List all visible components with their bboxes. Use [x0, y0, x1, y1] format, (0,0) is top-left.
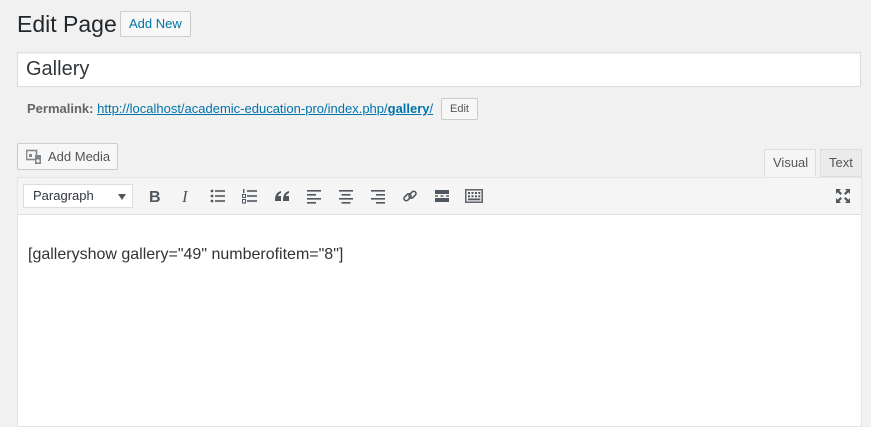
editor-content[interactable]: [galleryshow gallery="49" numberofitem="…	[28, 245, 343, 265]
fullscreen-icon	[836, 189, 850, 203]
bulleted-list-icon	[210, 189, 225, 203]
format-select[interactable]: Paragraph	[23, 184, 133, 208]
add-new-button[interactable]: Add New	[120, 11, 191, 37]
add-media-button[interactable]: Add Media	[17, 143, 118, 170]
edit-slug-button[interactable]: Edit	[441, 98, 478, 120]
post-title-input[interactable]	[17, 52, 861, 87]
format-select-value: Paragraph	[33, 188, 94, 203]
permalink-link[interactable]: http://localhost/academic-education-pro/…	[97, 101, 433, 116]
toolbar-toggle-icon	[465, 189, 483, 203]
numbered-list-button[interactable]	[237, 184, 263, 208]
fullscreen-button[interactable]	[830, 184, 856, 208]
align-center-button[interactable]	[333, 184, 359, 208]
editor-toolbar: Paragraph B I	[18, 178, 861, 215]
bulleted-list-button[interactable]	[205, 184, 231, 208]
insert-link-button[interactable]	[397, 184, 423, 208]
toolbar-toggle-button[interactable]	[461, 184, 487, 208]
align-center-icon	[339, 190, 353, 204]
svg-text:B: B	[149, 189, 161, 204]
read-more-button[interactable]	[429, 184, 455, 208]
numbered-list-icon	[242, 189, 257, 204]
permalink-url-tail: /	[429, 101, 434, 116]
align-right-icon	[371, 190, 385, 204]
permalink-label: Permalink:	[27, 101, 94, 116]
chevron-down-icon	[118, 194, 126, 200]
tab-visual[interactable]: Visual	[764, 149, 816, 177]
permalink-slug: gallery	[387, 101, 430, 116]
editor-container: Paragraph B I [galleryshow gallery="49" …	[17, 177, 862, 427]
read-more-icon	[435, 190, 449, 202]
blockquote-button[interactable]	[269, 184, 295, 208]
svg-text:I: I	[181, 188, 189, 204]
permalink-row: Permalink: http://localhost/academic-edu…	[27, 100, 433, 118]
align-left-button[interactable]	[301, 184, 327, 208]
bold-icon: B	[149, 189, 161, 204]
page-title: Edit Page	[17, 11, 117, 37]
italic-icon: I	[181, 188, 189, 204]
link-icon	[403, 190, 417, 202]
align-left-icon	[307, 190, 321, 204]
media-icon	[26, 149, 41, 164]
align-right-button[interactable]	[365, 184, 391, 208]
permalink-url-base: http://localhost/academic-education-pro/…	[97, 101, 388, 116]
tab-text[interactable]: Text	[820, 149, 862, 177]
italic-button[interactable]: I	[173, 184, 199, 208]
add-media-label: Add Media	[48, 149, 111, 164]
blockquote-icon	[275, 191, 289, 201]
bold-button[interactable]: B	[141, 184, 167, 208]
